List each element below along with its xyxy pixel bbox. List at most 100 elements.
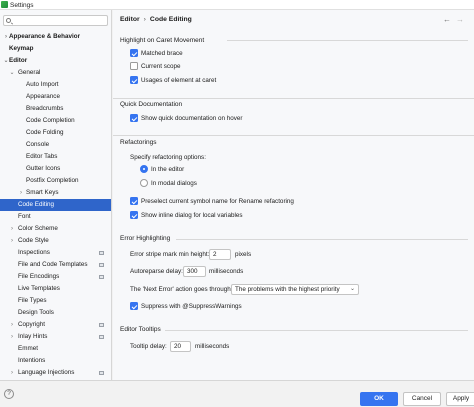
settings-sidebar: › Appearance & Behavior Keymap ⌄ Editor ⌄ Gene…: [0, 10, 112, 380]
apply-button[interactable]: Apply: [446, 392, 474, 406]
sidebar-item[interactable]: › Copyright: [0, 319, 111, 331]
sidebar-item-label: Language Injections: [18, 369, 75, 376]
section-title-caret: Highlight on Caret Movement: [120, 37, 205, 44]
checkbox-label: Current scope: [141, 62, 181, 70]
sidebar-item[interactable]: File Types: [0, 295, 111, 307]
sidebar-item-label: Inspections: [18, 249, 50, 256]
sidebar-item[interactable]: Font: [0, 211, 111, 223]
sidebar-item[interactable]: › Language Injections: [0, 367, 111, 379]
sidebar-item-label: Code Completion: [26, 117, 75, 124]
chevron-down-icon[interactable]: ⌄: [9, 67, 15, 79]
specify-options-label: Specify refactoring options:: [130, 154, 206, 161]
sidebar-item[interactable]: › Appearance & Behavior: [0, 31, 111, 43]
stripe-height-label: Error stripe mark min height:: [130, 251, 210, 258]
sidebar-item[interactable]: File Encodings: [0, 271, 111, 283]
section-title-refactorings: Refactorings: [120, 139, 157, 146]
settings-tree: › Appearance & Behavior Keymap ⌄ Editor ⌄ Gene…: [0, 31, 111, 380]
sidebar-item-label: General: [18, 69, 41, 76]
sidebar-item[interactable]: File and Code Templates: [0, 259, 111, 271]
forward-arrow-icon[interactable]: →: [456, 15, 464, 24]
sidebar-item[interactable]: Gutter Icons: [0, 163, 111, 175]
radio-label: In modal dialogs: [151, 179, 197, 187]
sidebar-item-label: Editor Tabs: [26, 153, 58, 160]
sidebar-item-label: Gutter Icons: [26, 165, 61, 172]
project-scope-icon: [99, 335, 104, 339]
sidebar-item[interactable]: Keymap: [0, 43, 111, 55]
sidebar-item-label: Smart Keys: [26, 189, 59, 196]
sidebar-item[interactable]: Inspections: [0, 247, 111, 259]
sidebar-item[interactable]: Auto Import: [0, 79, 111, 91]
sidebar-item[interactable]: › Color Scheme: [0, 223, 111, 235]
sidebar-item[interactable]: Console: [0, 139, 111, 151]
sidebar-item[interactable]: Design Tools: [0, 307, 111, 319]
sidebar-item[interactable]: ⌄ General: [0, 67, 111, 79]
project-scope-icon: [99, 371, 104, 375]
radio-button[interactable]: [140, 179, 148, 187]
checkbox[interactable]: [130, 302, 138, 310]
sidebar-item-label: Appearance: [26, 93, 60, 100]
project-scope-icon: [99, 263, 104, 267]
chevron-right-icon[interactable]: ›: [9, 319, 15, 331]
search-icon: [6, 18, 11, 23]
radio-label: In the editor: [151, 165, 185, 173]
help-icon[interactable]: ?: [4, 389, 14, 399]
divider: [176, 239, 468, 240]
sidebar-item-label: Keymap: [9, 45, 34, 52]
checkbox[interactable]: [130, 114, 138, 122]
sidebar-item-label: Design Tools: [18, 309, 54, 316]
checkbox[interactable]: [130, 211, 138, 219]
sidebar-item[interactable]: Editor Tabs: [0, 151, 111, 163]
checkbox-label: Suppress with @SuppressWarnings: [141, 302, 242, 310]
sidebar-item-label: Color Scheme: [18, 225, 58, 232]
settings-content: Editor › Code Editing ← → Highlight on Car…: [113, 10, 474, 380]
settings-search-input[interactable]: [3, 15, 108, 26]
checkbox[interactable]: [130, 197, 138, 205]
checkbox[interactable]: [130, 76, 138, 84]
sidebar-item[interactable]: Code Completion: [0, 115, 111, 127]
next-error-label: The 'Next Error' action goes through:: [130, 286, 233, 293]
sidebar-item-label: Inlay Hints: [18, 333, 48, 340]
sidebar-item-label: Auto Import: [26, 81, 59, 88]
sidebar-item[interactable]: Appearance: [0, 91, 111, 103]
stripe-height-input[interactable]: 2: [209, 249, 231, 260]
sidebar-item[interactable]: › Smart Keys: [0, 187, 111, 199]
sidebar-item-label: Intentions: [18, 357, 46, 364]
sidebar-item-label: Code Folding: [26, 129, 64, 136]
checkbox-label: Usages of element at caret: [141, 76, 217, 84]
chevron-right-icon[interactable]: ›: [9, 235, 15, 247]
divider: [165, 330, 468, 331]
sidebar-item-label: Breadcrumbs: [26, 105, 64, 112]
sidebar-item[interactable]: Code Editing: [0, 199, 111, 211]
tooltip-delay-input[interactable]: 20: [170, 341, 191, 352]
ok-button[interactable]: OK: [360, 392, 398, 406]
autoreparse-label: Autoreparse delay:: [130, 268, 183, 275]
breadcrumb-parent[interactable]: Editor: [120, 16, 140, 23]
sidebar-item[interactable]: ⌄ Editor: [0, 55, 111, 67]
sidebar-item-label: Copyright: [18, 321, 45, 328]
back-arrow-icon[interactable]: ←: [443, 15, 451, 24]
autoreparse-input[interactable]: 300: [183, 266, 206, 277]
next-error-dropdown[interactable]: The problems with the highest priority ⌄: [231, 284, 359, 295]
sidebar-item[interactable]: Emmet: [0, 343, 111, 355]
radio-button[interactable]: [140, 165, 148, 173]
sidebar-item[interactable]: Postfix Completion: [0, 175, 111, 187]
sidebar-item[interactable]: Breadcrumbs: [0, 103, 111, 115]
project-scope-icon: [99, 251, 104, 255]
next-error-value: The problems with the highest priority: [235, 286, 340, 293]
sidebar-item[interactable]: › Code Style: [0, 235, 111, 247]
window-title: Settings: [10, 1, 34, 9]
sidebar-item[interactable]: › Inlay Hints: [0, 331, 111, 343]
sidebar-item[interactable]: Code Folding: [0, 127, 111, 139]
section-title-tooltips: Editor Tooltips: [120, 326, 161, 333]
chevron-right-icon[interactable]: ›: [9, 331, 15, 343]
checkbox[interactable]: [130, 62, 138, 70]
sidebar-item[interactable]: Intentions: [0, 355, 111, 367]
sidebar-item-label: Font: [18, 213, 31, 220]
chevron-right-icon[interactable]: ›: [9, 367, 15, 379]
sidebar-item[interactable]: Live Templates: [0, 283, 111, 295]
dialog-footer: ? OK Cancel Apply: [0, 380, 474, 407]
cancel-button[interactable]: Cancel: [403, 392, 441, 406]
checkbox[interactable]: [130, 49, 138, 57]
chevron-right-icon[interactable]: ›: [9, 223, 15, 235]
chevron-right-icon[interactable]: ›: [18, 187, 24, 199]
